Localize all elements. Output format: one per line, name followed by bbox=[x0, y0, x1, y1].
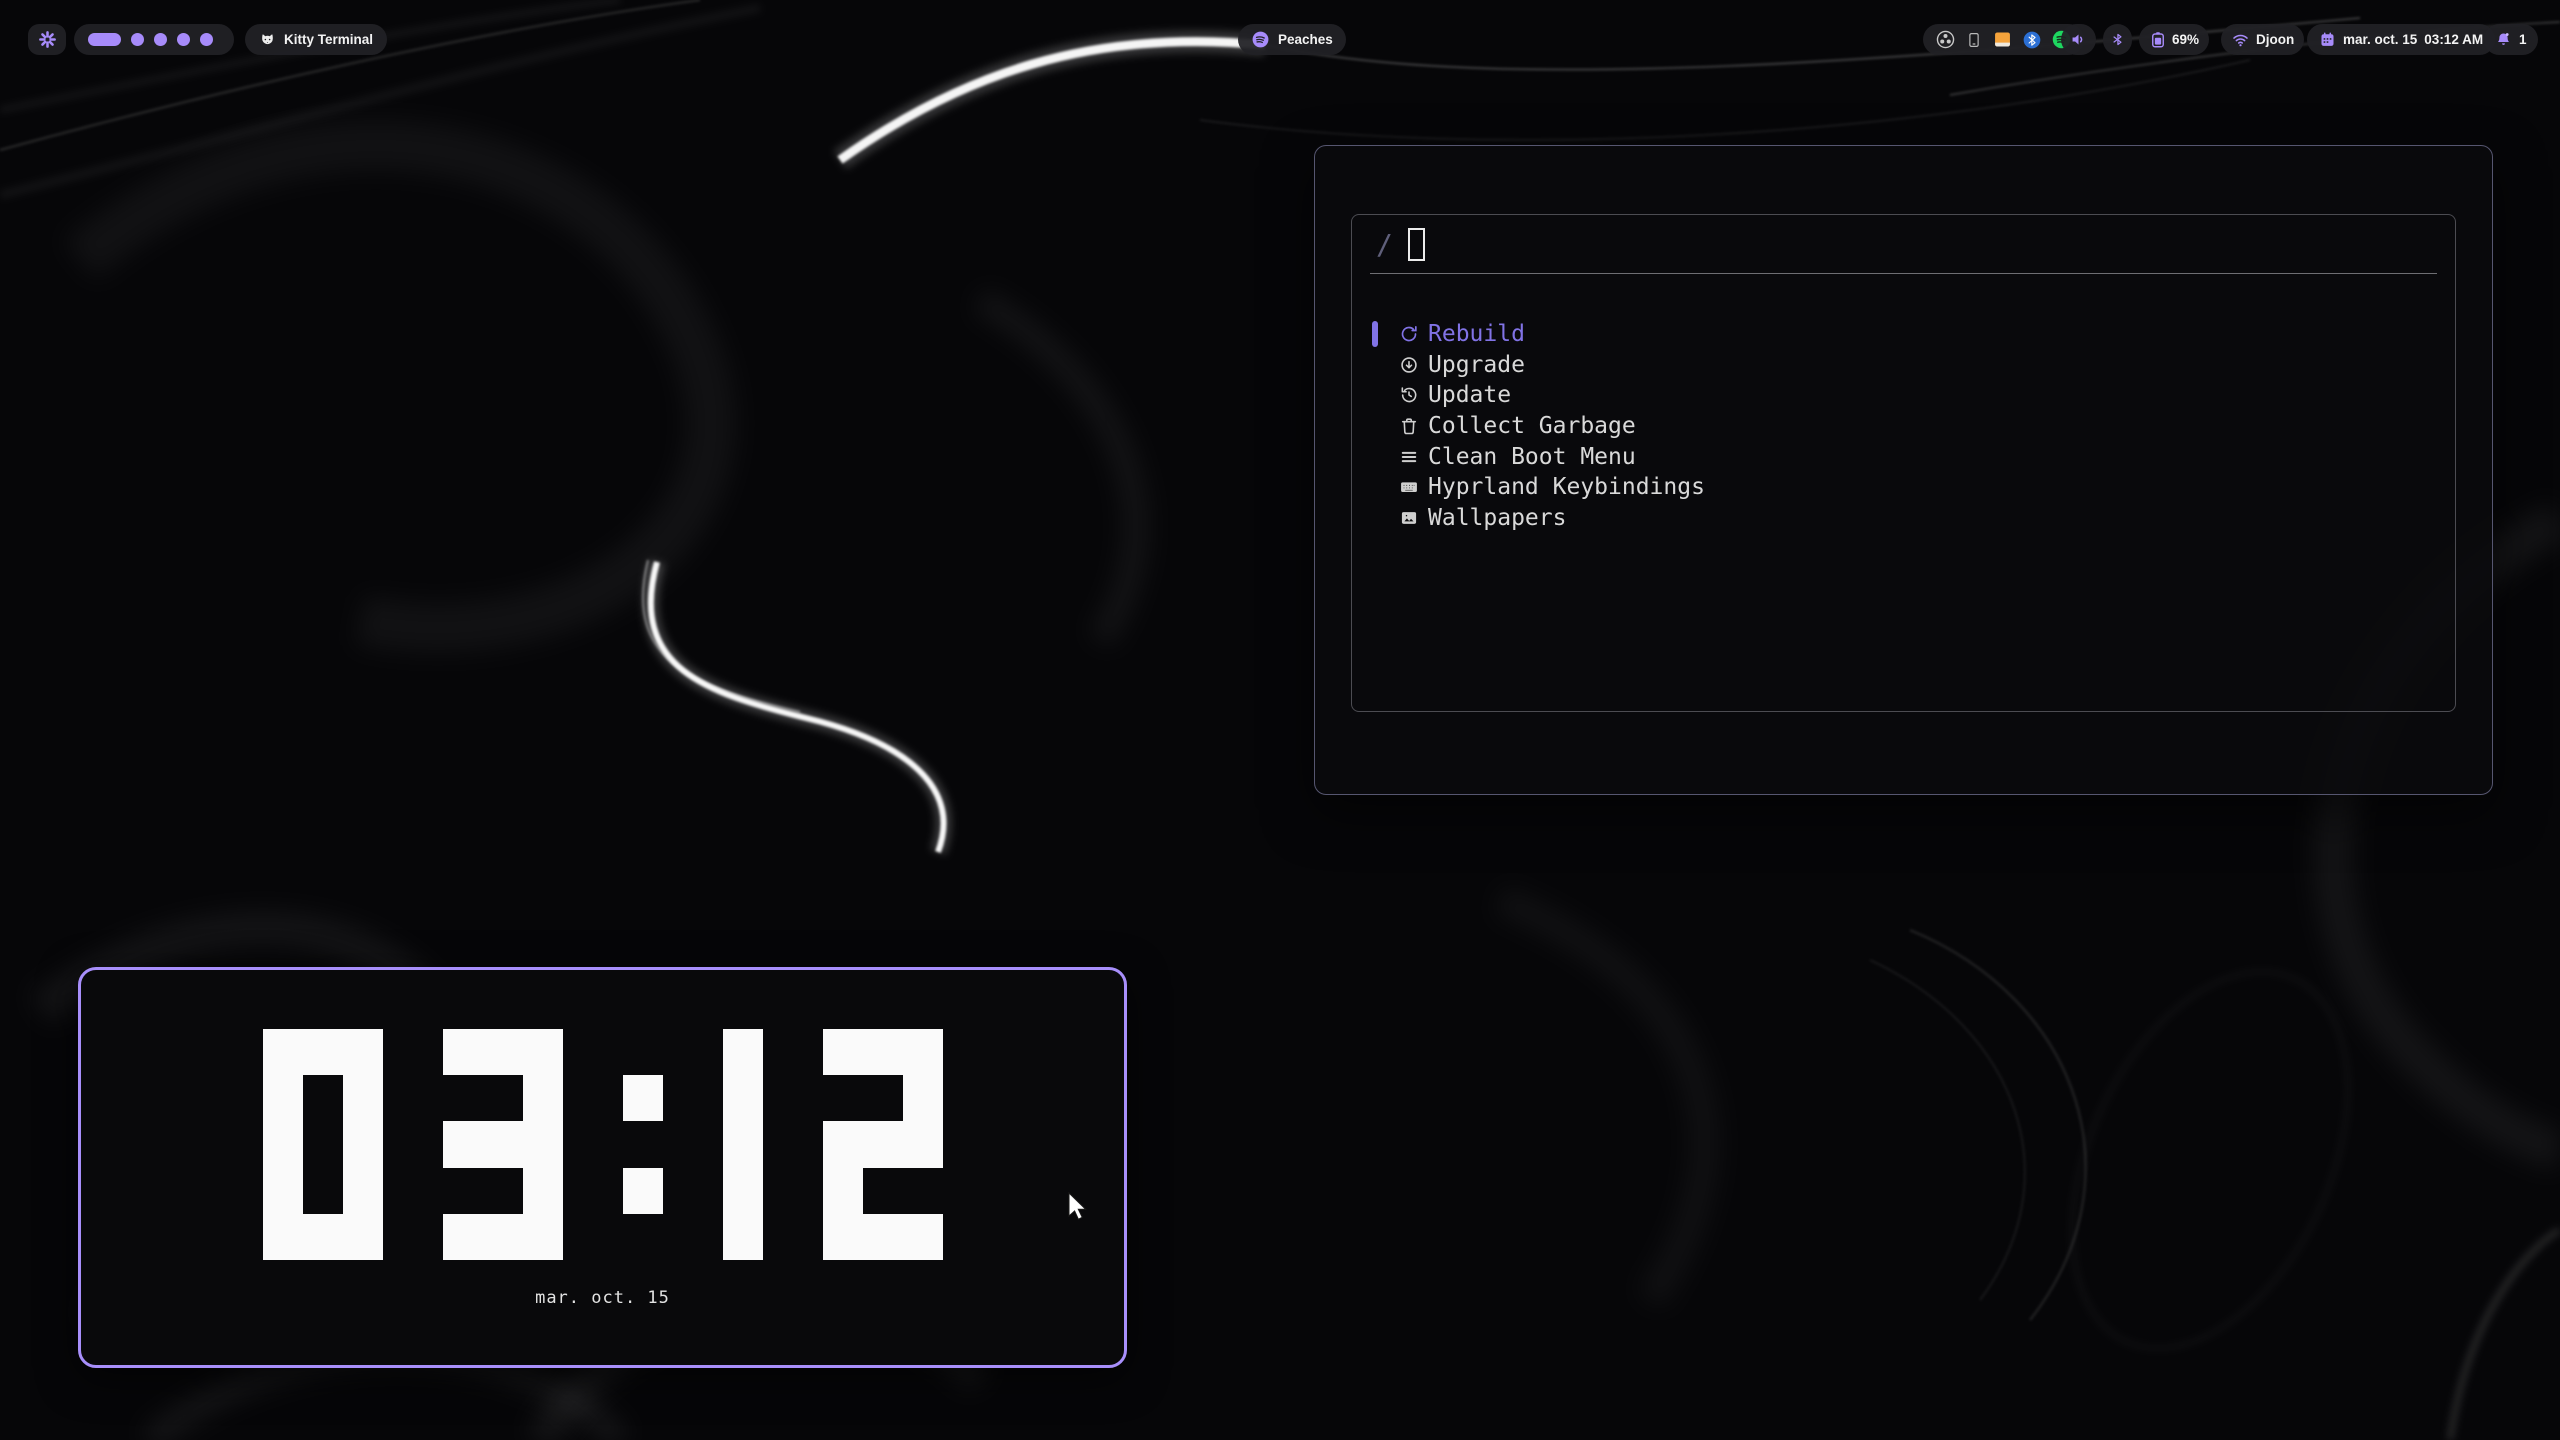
battery-icon bbox=[2149, 31, 2167, 49]
launcher-item-list: Rebuild Upgrade Update Collect Ga bbox=[1352, 319, 2455, 533]
top-bar: Kitty Terminal Peaches bbox=[0, 0, 2560, 60]
workspace-indicators bbox=[74, 24, 234, 55]
notification-count: 1 bbox=[2519, 32, 2527, 47]
clock-digit bbox=[263, 1029, 383, 1260]
launcher-button[interactable] bbox=[28, 24, 66, 55]
speaker-icon bbox=[2069, 30, 2088, 49]
launcher-item-update[interactable]: Update bbox=[1352, 380, 2455, 411]
spotify-icon bbox=[1251, 30, 1270, 49]
launcher-item-label: Hyprland Keybindings bbox=[1428, 474, 1705, 500]
clock-widget: mar. oct. 15 bbox=[78, 967, 1127, 1368]
list-icon bbox=[1399, 447, 1419, 467]
bluetooth-icon bbox=[2110, 31, 2125, 48]
cat-icon bbox=[259, 31, 276, 48]
launcher-item-label: Rebuild bbox=[1428, 321, 1525, 347]
files-icon[interactable] bbox=[1992, 29, 2013, 50]
active-window-pill[interactable]: Kitty Terminal bbox=[245, 24, 387, 55]
launcher-item-label: Wallpapers bbox=[1428, 505, 1566, 531]
date-label: mar. oct. 15 bbox=[2343, 32, 2417, 47]
bluetooth-icon[interactable] bbox=[2022, 30, 2042, 50]
launcher-item-label: Clean Boot Menu bbox=[1428, 444, 1636, 470]
clock-date: mar. oct. 15 bbox=[81, 1288, 1124, 1308]
wifi-icon bbox=[2231, 30, 2250, 49]
launcher-item-label: Upgrade bbox=[1428, 352, 1525, 378]
keyboard-icon bbox=[1399, 477, 1419, 497]
workspace-dot-3[interactable] bbox=[154, 33, 167, 46]
image-icon bbox=[1399, 508, 1419, 528]
battery-pill[interactable]: 69% bbox=[2139, 24, 2209, 55]
obs-icon[interactable] bbox=[1935, 29, 1956, 50]
clock-digit bbox=[823, 1029, 943, 1260]
mouse-cursor bbox=[1068, 1192, 1092, 1224]
workspace-dot-1[interactable] bbox=[88, 33, 121, 46]
launcher-item-clean-boot-menu[interactable]: Clean Boot Menu bbox=[1352, 441, 2455, 472]
bluetooth-pill[interactable] bbox=[2103, 24, 2132, 55]
workspace-dot-4[interactable] bbox=[177, 33, 190, 46]
text-cursor bbox=[1408, 228, 1425, 261]
snowflake-icon bbox=[38, 30, 57, 49]
prompt-symbol: / bbox=[1376, 228, 1393, 261]
network-name: Djoon bbox=[2256, 32, 2294, 47]
datetime-pill[interactable]: mar. oct. 15 03:12 AM bbox=[2307, 24, 2495, 55]
download-circle-icon bbox=[1399, 355, 1419, 375]
search-separator bbox=[1370, 273, 2437, 274]
launcher-item-collect-garbage[interactable]: Collect Garbage bbox=[1352, 411, 2455, 442]
launcher-item-rebuild[interactable]: Rebuild bbox=[1352, 319, 2455, 350]
launcher-item-label: Collect Garbage bbox=[1428, 413, 1636, 439]
window-title: Kitty Terminal bbox=[284, 32, 373, 47]
volume-pill[interactable] bbox=[2061, 24, 2096, 55]
media-track-label: Peaches bbox=[1278, 32, 1333, 47]
launcher-inner-box: / Rebuild Upgrade Upd bbox=[1351, 214, 2456, 712]
time-label: 03:12 AM bbox=[2424, 32, 2483, 47]
launcher-item-label: Update bbox=[1428, 382, 1511, 408]
bell-icon bbox=[2495, 31, 2512, 48]
launcher-item-upgrade[interactable]: Upgrade bbox=[1352, 350, 2455, 381]
clock-digit bbox=[443, 1029, 563, 1260]
network-pill[interactable]: Djoon bbox=[2221, 24, 2304, 55]
phone-icon[interactable] bbox=[1965, 31, 1983, 49]
system-tray bbox=[1923, 24, 2084, 55]
battery-percentage: 69% bbox=[2172, 32, 2199, 47]
notifications-pill[interactable]: 1 bbox=[2484, 24, 2538, 55]
history-icon bbox=[1399, 385, 1419, 405]
clock-digit bbox=[723, 1029, 763, 1260]
workspace-dot-2[interactable] bbox=[131, 33, 144, 46]
search-input[interactable]: / bbox=[1352, 215, 2455, 273]
clock-time-display bbox=[81, 1029, 1124, 1260]
launcher-panel: / Rebuild Upgrade Upd bbox=[1314, 145, 2493, 795]
refresh-icon bbox=[1399, 324, 1419, 344]
calendar-icon bbox=[2319, 31, 2336, 48]
media-player-pill[interactable]: Peaches bbox=[1238, 24, 1346, 55]
launcher-item-hyprland-keybindings[interactable]: Hyprland Keybindings bbox=[1352, 472, 2455, 503]
workspace-dot-5[interactable] bbox=[200, 33, 213, 46]
trash-icon bbox=[1399, 416, 1419, 436]
launcher-item-wallpapers[interactable]: Wallpapers bbox=[1352, 503, 2455, 534]
clock-colon bbox=[623, 1029, 663, 1260]
